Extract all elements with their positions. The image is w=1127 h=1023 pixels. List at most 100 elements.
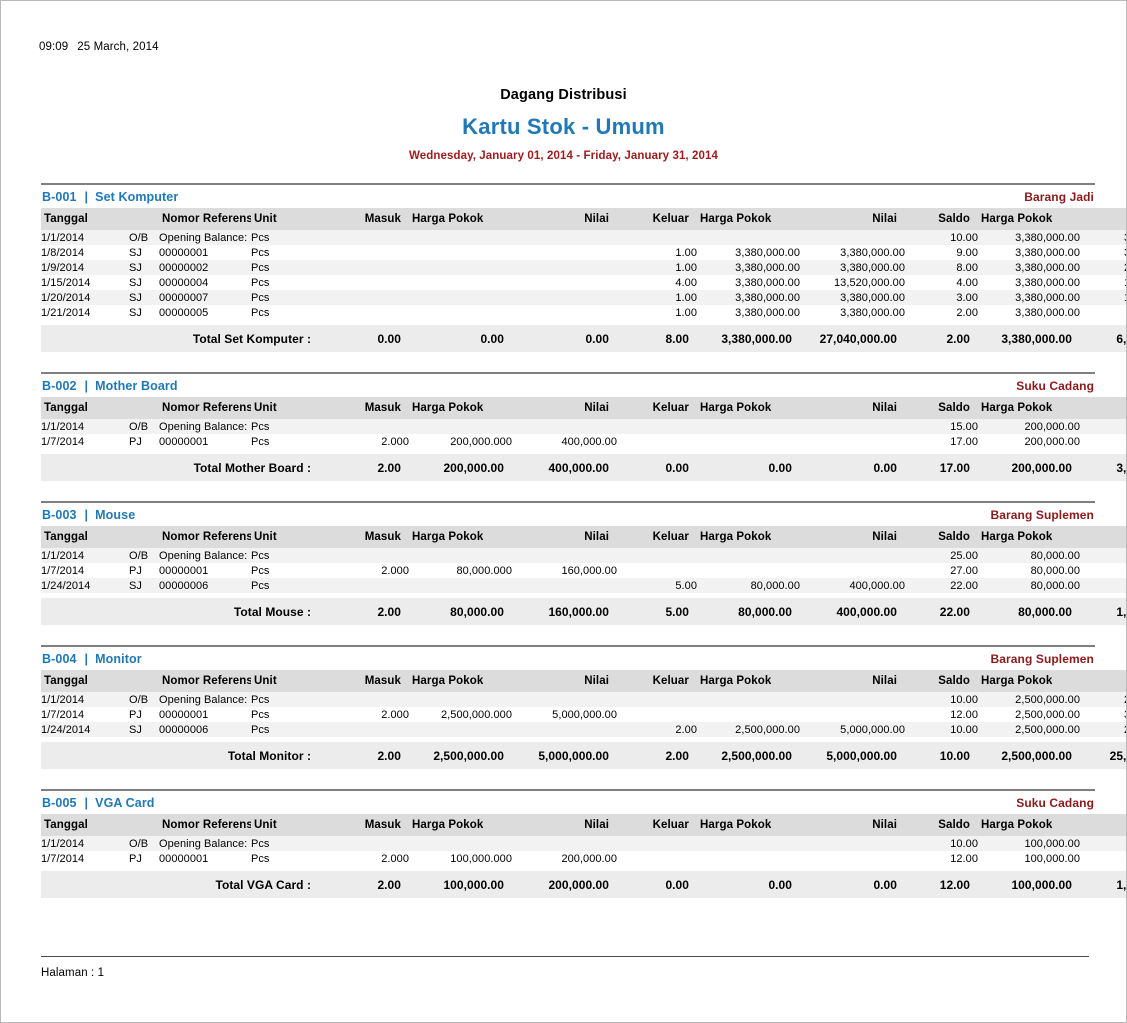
group-total-masuk: 2.00 xyxy=(377,877,401,892)
col-header-ref-type xyxy=(129,526,159,548)
col-header-saldo-harga-pokok: Harga Pokok xyxy=(981,675,1053,687)
cell-tanggal: 1/7/2014 xyxy=(41,708,85,721)
cell-masuk xyxy=(321,836,409,851)
report-time: 09:09 xyxy=(39,41,69,53)
group-total-keluar-nilai: 0.00 xyxy=(873,460,897,475)
group-total-masuk-harga-pokok: 2,500,000.00 xyxy=(433,748,504,763)
cell-tanggal: 1/20/2014 xyxy=(41,291,91,304)
group-total-keluar-harga-pokok: 0.00 xyxy=(768,460,792,475)
col-header-masuk: Masuk xyxy=(364,819,401,831)
cell-masuk-harga-pokok xyxy=(409,836,512,851)
cell-ref-type: O/B xyxy=(129,837,149,850)
cell-saldo-nilai: 2,160,000.00 xyxy=(1080,563,1126,578)
cell-saldo-nilai: 25,000,000.00 xyxy=(1080,692,1126,707)
cell-masuk xyxy=(321,305,409,320)
group-total-row: Total Mouse : 2.00 80,000.00 160,000.00 5.00… xyxy=(41,598,1127,625)
cell-saldo-harga-pokok: 3,380,000.00 xyxy=(1015,276,1080,289)
cell-masuk-harga-pokok xyxy=(409,260,512,275)
col-header-masuk-nilai: Nilai xyxy=(584,402,609,414)
col-header-saldo-nilai: Nilai xyxy=(1080,208,1126,230)
col-header-keluar: Keluar xyxy=(652,819,689,831)
group-total-keluar-nilai: 0.00 xyxy=(873,877,897,892)
group-total-keluar: 5.00 xyxy=(665,604,689,619)
col-header-saldo: Saldo xyxy=(938,213,970,225)
col-header-saldo-nilai: Nilai xyxy=(1080,397,1126,419)
group-separator: | xyxy=(84,796,89,810)
cell-masuk-harga-pokok: 2,500,000.000 xyxy=(441,708,512,721)
group-total-keluar-harga-pokok: 3,380,000.00 xyxy=(721,331,792,346)
stock-table-body: 1/1/2014 O/B Opening Balance: Pcs 10.00 3,380… xyxy=(41,230,1126,352)
group-total-label: Total Set Komputer : xyxy=(192,331,311,346)
table-row: 1/15/2014 SJ 00000004 Pcs 4.00 3,380,000.00 13… xyxy=(41,275,1126,290)
cell-masuk-nilai xyxy=(512,836,617,851)
cell-saldo-harga-pokok: 3,380,000.00 xyxy=(1015,291,1080,304)
cell-ref-type: SJ xyxy=(129,579,142,592)
cell-unit: Pcs xyxy=(251,693,270,706)
cell-tanggal: 1/7/2014 xyxy=(41,435,85,448)
cell-keluar-harga-pokok xyxy=(697,836,800,851)
col-header-keluar: Keluar xyxy=(652,531,689,543)
table-row: 1/1/2014 O/B Opening Balance: Pcs 10.00 100,0… xyxy=(41,836,1126,851)
cell-ref-type: O/B xyxy=(129,231,149,244)
cell-ref-no: 00000001 xyxy=(159,246,209,259)
stock-table-head: Tanggal Nomor Referensi Unit Masuk Harga Pok… xyxy=(41,670,1126,692)
cell-keluar: 1.00 xyxy=(675,291,697,304)
stock-table-head: Tanggal Nomor Referensi Unit Masuk Harga Pok… xyxy=(41,814,1126,836)
col-header-nomor-referensi: Nomor Referensi xyxy=(162,531,251,543)
cell-tanggal: 1/7/2014 xyxy=(41,852,85,865)
group-total-masuk-harga-pokok: 200,000.00 xyxy=(443,460,504,475)
cell-keluar-nilai: 400,000.00 xyxy=(849,579,905,592)
table-row: 1/7/2014 PJ 00000001 Pcs 2.000 200,000.000 400… xyxy=(41,434,1126,449)
cell-keluar-nilai xyxy=(800,692,905,707)
cell-keluar-harga-pokok xyxy=(697,434,800,449)
cell-masuk-nilai xyxy=(512,692,617,707)
col-header-masuk: Masuk xyxy=(364,213,401,225)
cell-keluar-harga-pokok xyxy=(697,707,800,722)
group-total-label: Total Mouse : xyxy=(233,604,311,619)
cell-tanggal: 1/15/2014 xyxy=(41,276,91,289)
cell-masuk-nilai: 160,000.00 xyxy=(561,564,617,577)
cell-saldo-harga-pokok: 3,380,000.00 xyxy=(1015,231,1080,244)
cell-keluar-nilai xyxy=(800,548,905,563)
cell-ref-type: SJ xyxy=(129,246,142,259)
cell-keluar-harga-pokok: 2,500,000.00 xyxy=(735,723,800,736)
col-header-nomor-referensi: Nomor Referensi xyxy=(162,675,251,687)
cell-saldo: 9.00 xyxy=(956,246,978,259)
cell-saldo-nilai: 10,140,000.00 xyxy=(1080,290,1126,305)
col-header-keluar: Keluar xyxy=(652,675,689,687)
cell-saldo-harga-pokok: 80,000.00 xyxy=(1030,564,1080,577)
cell-saldo-harga-pokok: 2,500,000.00 xyxy=(1015,723,1080,736)
cell-keluar-harga-pokok xyxy=(697,563,800,578)
cell-masuk-nilai xyxy=(512,245,617,260)
col-header-keluar-harga-pokok: Harga Pokok xyxy=(700,402,772,414)
group-total-row: Total Monitor : 2.00 2,500,000.00 5,000,000… xyxy=(41,742,1127,769)
cell-saldo-nilai: 3,400,000.00 xyxy=(1080,434,1126,449)
cell-saldo-harga-pokok: 3,380,000.00 xyxy=(1015,306,1080,319)
cell-keluar xyxy=(617,707,697,722)
group-total-keluar-nilai: 27,040,000.00 xyxy=(819,331,897,346)
group-category: Barang Suplemen xyxy=(990,508,1094,522)
cell-saldo-harga-pokok: 2,500,000.00 xyxy=(1015,708,1080,721)
col-header-masuk-harga-pokok: Harga Pokok xyxy=(412,675,484,687)
group-total-masuk-nilai: 0.00 xyxy=(585,331,609,346)
cell-masuk-harga-pokok xyxy=(409,275,512,290)
col-header-masuk-harga-pokok: Harga Pokok xyxy=(412,531,484,543)
col-header-saldo-harga-pokok: Harga Pokok xyxy=(981,531,1053,543)
col-header-keluar: Keluar xyxy=(652,213,689,225)
table-row: 1/1/2014 O/B Opening Balance: Pcs 25.00 80,00… xyxy=(41,548,1126,563)
cell-tanggal: 1/1/2014 xyxy=(41,231,85,244)
cell-saldo-nilai: 25,000,000.00 xyxy=(1080,722,1126,737)
cell-saldo: 10.00 xyxy=(950,723,978,736)
cell-ref-no: 00000006 xyxy=(159,579,209,592)
cell-saldo-nilai: 6,760,000.00 xyxy=(1080,305,1126,320)
cell-masuk xyxy=(321,230,409,245)
cell-masuk-nilai xyxy=(512,548,617,563)
col-header-unit: Unit xyxy=(254,213,277,225)
cell-unit: Pcs xyxy=(251,261,270,274)
table-row: 1/7/2014 PJ 00000001 Pcs 2.000 100,000.000 200… xyxy=(41,851,1126,866)
table-row: 1/24/2014 SJ 00000006 Pcs 5.00 80,000.00 400,0… xyxy=(41,578,1126,593)
group-total-saldo-nilai: 25,000,000.00 xyxy=(1109,748,1127,763)
group-total-saldo-nilai: 1,760,000.00 xyxy=(1116,604,1127,619)
col-header-unit: Unit xyxy=(254,402,277,414)
cell-masuk-nilai xyxy=(512,230,617,245)
